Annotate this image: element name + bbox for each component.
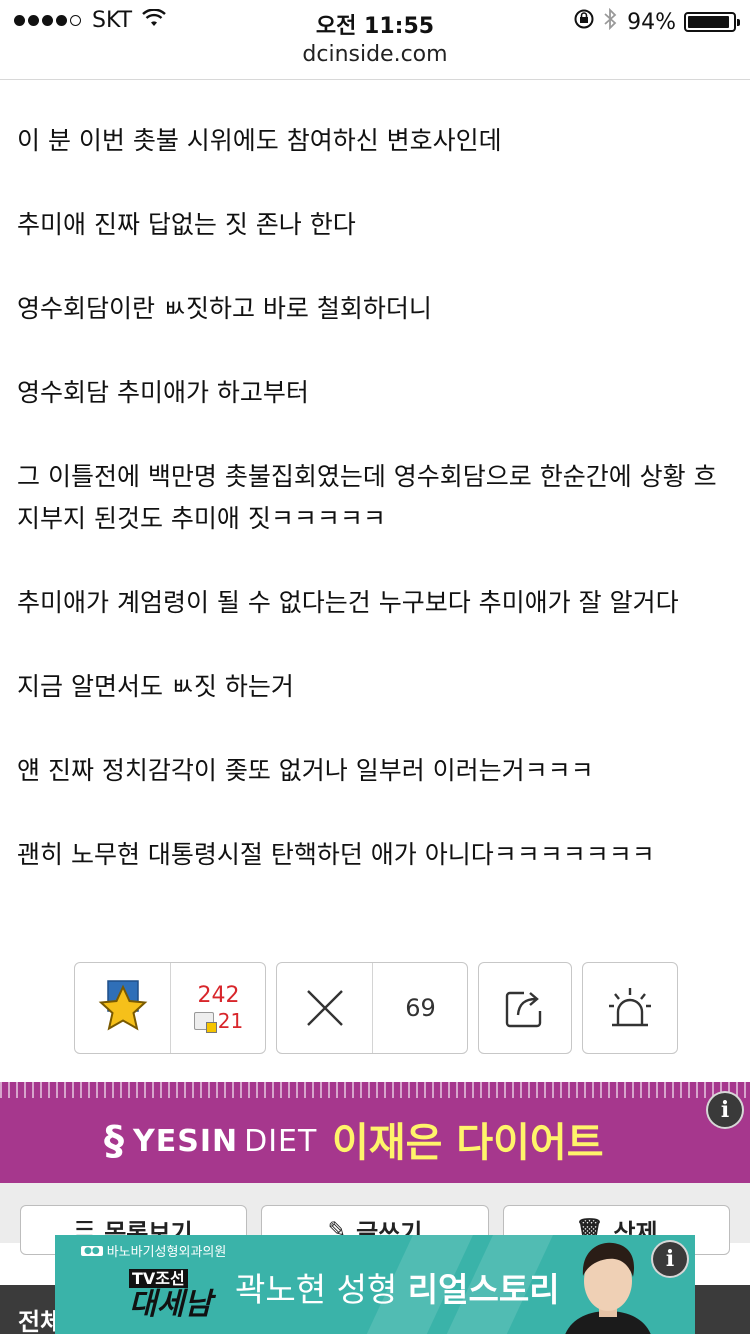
recommend-count: 242: [197, 983, 240, 1008]
channel-name: TV조선: [129, 1269, 188, 1288]
person-photo: [565, 1242, 651, 1334]
ad-headline-bold: 리얼스토리: [407, 1270, 560, 1309]
post-paragraph: 괜히 노무현 대통령시절 탄핵하던 애가 아니다ㅋㅋㅋㅋㅋㅋㅋ: [17, 840, 655, 869]
recommend-button[interactable]: [75, 963, 170, 1053]
overlay-ad[interactable]: ●● 바노바기성형외과의원 TV조선 대세남 곽노현 성형 리얼스토리 i: [55, 1235, 695, 1334]
nonrecommend-counts: 69: [373, 963, 468, 1053]
battery-icon: [684, 12, 740, 32]
address-bar-url[interactable]: dcinside.com: [0, 42, 750, 67]
nonrecommend-count: 69: [405, 994, 436, 1022]
post-paragraph: 추미애 진짜 답없는 짓 존나 한다: [17, 210, 356, 239]
ad-sponsor-name: 바노바기성형외과의원: [106, 1245, 227, 1260]
ad-sponsor: ●● 바노바기성형외과의원: [81, 1241, 226, 1260]
ad-info-button[interactable]: i: [706, 1091, 744, 1129]
rotation-lock-icon: [573, 8, 595, 36]
ad-headline-plain: 곽노현 성형: [235, 1270, 408, 1309]
post-paragraph: 얜 진짜 정치감각이 좆또 없거나 일부러 이러는거ㅋㅋㅋ: [17, 756, 594, 785]
brand-logo-icon: §: [104, 1118, 125, 1164]
post-paragraph: 그 이틀전에 백만명 촛불집회였는데 영수회담으로 한순간에 상황 흐지부지 된…: [17, 462, 717, 533]
nonrecommend-group: 69: [276, 962, 468, 1054]
post-paragraph: 지금 알면서도 ㅄ짓 하는거: [17, 672, 294, 701]
nonrecommend-button[interactable]: [277, 963, 372, 1053]
star-icon: [98, 980, 147, 1031]
program-logo: TV조선 대세남: [129, 1265, 212, 1321]
ad-headline: 곽노현 성형 리얼스토리: [235, 1263, 560, 1311]
post-paragraph: 추미애가 계엄령이 될 수 없다는건 누구보다 추미애가 잘 알거다: [17, 588, 679, 617]
post-paragraph: 영수회담 추미애가 하고부터: [17, 378, 309, 407]
battery-level: [688, 16, 730, 28]
post-paragraph: 이 분 이번 촛불 시위에도 참여하신 변호사인데: [17, 126, 502, 155]
recommend-counts: 242 21: [171, 963, 266, 1053]
divider: [0, 79, 750, 80]
status-right: 94%: [573, 7, 740, 36]
recommend-group: 242 21: [74, 962, 266, 1054]
bottom-toolbar: ☰ 목록보기 ✎ 글쓰기 🗑 삭제: [0, 1183, 750, 1255]
fixed-recommend-count: 21: [217, 1009, 244, 1033]
bluetooth-icon: [603, 7, 617, 36]
banner-ad[interactable]: § YESIN DIET 이재은 다이어트 i: [0, 1082, 750, 1183]
ruler-decoration: [0, 1082, 750, 1098]
alarm-icon-wrap: [583, 963, 677, 1053]
post-body: 이 분 이번 촛불 시위에도 참여하신 변호사인데 추미애 진짜 답없는 짓 존…: [17, 120, 737, 918]
battery-percent: 94%: [627, 9, 676, 35]
program-name: 대세남: [129, 1287, 212, 1322]
share-button[interactable]: [478, 962, 572, 1054]
siren-icon: [609, 988, 651, 1027]
ad-brand-light: DIET: [244, 1123, 318, 1159]
fixed-recommend: 21: [193, 1009, 244, 1033]
ad-slogan: 이재은 다이어트: [332, 1120, 604, 1166]
share-icon-wrap: [479, 963, 571, 1053]
ad-info-button[interactable]: i: [651, 1240, 689, 1278]
status-bar: SKT 오전 11:55 94%: [0, 0, 750, 44]
fixed-user-icon: [193, 1012, 217, 1033]
report-button[interactable]: [582, 962, 678, 1054]
ad-brand-bold: YESIN: [133, 1123, 239, 1159]
sponsor-tag-icon: ●●: [81, 1245, 103, 1256]
ad-brand: § YESIN DIET: [104, 1118, 317, 1164]
close-icon: [306, 990, 343, 1026]
post-paragraph: 영수회담이란 ㅄ짓하고 바로 철회하더니: [17, 294, 432, 323]
share-icon: [505, 991, 542, 1028]
